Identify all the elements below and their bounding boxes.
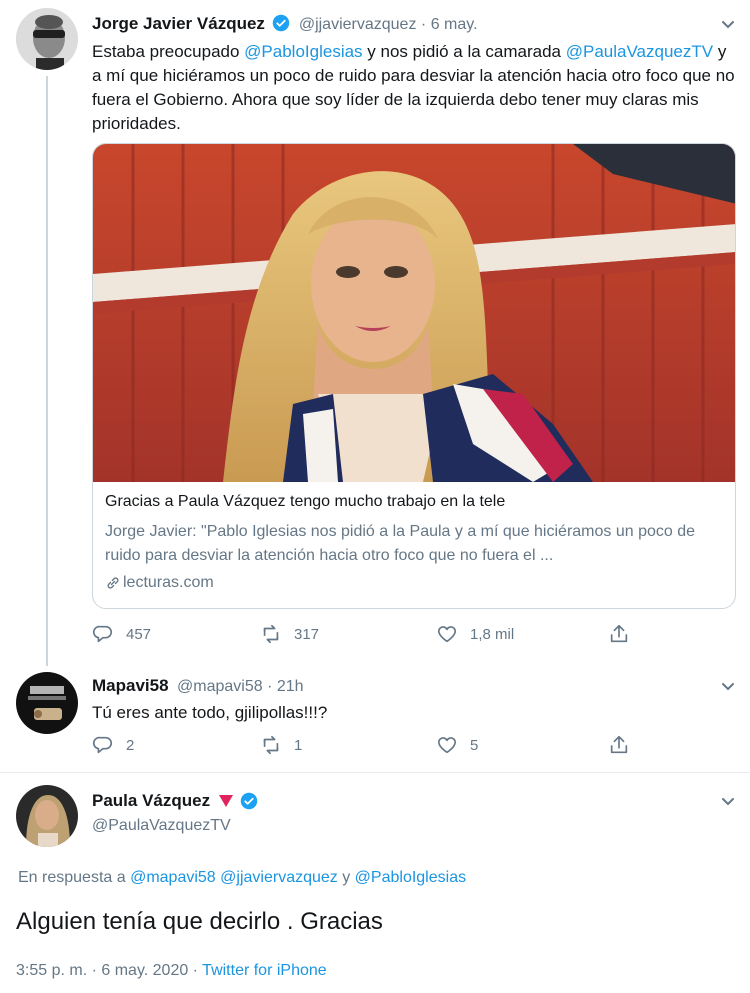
reply-button[interactable]: 457: [92, 623, 151, 645]
tweet-meta: 3:55 p. m. · 6 may. 2020 · Twitter for i…: [16, 962, 327, 979]
tweet-text: Estaba preocupado @PabloIglesias y nos p…: [92, 42, 735, 133]
card-image: [93, 144, 735, 482]
avatar-paula-vazquez[interactable]: [16, 785, 78, 847]
mention-pablo-iglesias[interactable]: @PabloIglesias: [244, 42, 362, 61]
tweet-paula-vazquez: Paula Vázquez @PaulaVazquezTV En respues…: [0, 773, 750, 993]
author-name[interactable]: Jorge Javier Vázquez: [92, 14, 265, 33]
tweet-jorge-javier: Jorge Javier Vázquez @jjaviervazquez · 6…: [0, 0, 750, 666]
caret-down-icon[interactable]: [718, 14, 738, 34]
thread-line: [46, 76, 48, 666]
retweet-icon: [263, 735, 279, 755]
reply-context: En respuesta a @mapavi58 @jjaviervazquez…: [18, 869, 467, 886]
tweet-date[interactable]: 6 may.: [431, 16, 478, 33]
retweet-count: 317: [294, 625, 320, 643]
reply-mention-mapavi58[interactable]: @mapavi58: [130, 869, 216, 886]
like-count: 5: [470, 736, 479, 754]
avatar-jorge-javier[interactable]: [16, 8, 78, 70]
author-handle[interactable]: @jjaviervazquez: [299, 16, 417, 33]
share-icon: [610, 624, 628, 643]
like-button[interactable]: 5: [436, 734, 478, 756]
tweet-actions: 457 317 1,8 mil: [92, 623, 652, 647]
like-button[interactable]: 1,8 mil: [436, 623, 514, 645]
card-title: Gracias a Paula Vázquez tengo mucho trab…: [105, 493, 506, 510]
link-card[interactable]: Gracias a Paula Vázquez tengo mucho trab…: [92, 143, 736, 609]
reply-count: 457: [126, 625, 152, 643]
separator-dot: ·: [420, 16, 427, 33]
like-icon: [437, 737, 457, 754]
tweet-text: Tú eres ante todo, gjilipollas!!!?: [92, 703, 328, 722]
verified-icon: [240, 792, 258, 810]
reply-icon: [92, 625, 112, 643]
author-name[interactable]: Mapavi58: [92, 676, 169, 695]
reply-icon: [92, 736, 112, 754]
share-button[interactable]: [608, 623, 642, 645]
card-description: Jorge Javier: "Pablo Iglesias nos pidió …: [105, 523, 696, 564]
share-icon: [610, 735, 628, 754]
reply-mention-pablo-iglesias[interactable]: @PabloIglesias: [355, 869, 466, 886]
mention-paula-vazquez[interactable]: @PaulaVazquezTV: [566, 42, 713, 61]
author-name[interactable]: Paula Vázquez: [92, 791, 210, 811]
card-domain: lecturas.com: [105, 574, 214, 592]
reply-count: 2: [126, 736, 135, 754]
tweet-text: Alguien tenía que decirlo . Gracias: [16, 908, 383, 935]
tweet-timestamp[interactable]: 3:55 p. m. · 6 may. 2020: [16, 962, 188, 979]
avatar-mapavi58[interactable]: [16, 672, 78, 734]
retweet-icon: [263, 624, 279, 644]
separator-dot: ·: [267, 678, 273, 695]
retweet-button[interactable]: 1: [260, 734, 302, 756]
tweet-mapavi58: Mapavi58 @mapavi58 · 21h Tú eres ante to…: [0, 660, 750, 770]
caret-down-icon[interactable]: [718, 676, 738, 696]
tweet-source[interactable]: Twitter for iPhone: [202, 962, 327, 979]
author-handle[interactable]: @PaulaVazquezTV: [92, 817, 231, 835]
link-icon: [105, 575, 121, 591]
share-button[interactable]: [608, 734, 642, 756]
like-count: 1,8 mil: [470, 625, 515, 643]
caret-down-icon[interactable]: [718, 791, 738, 811]
reply-button[interactable]: 2: [92, 734, 134, 756]
author-handle[interactable]: @mapavi58: [177, 678, 263, 695]
like-icon: [437, 626, 457, 643]
tweet-actions: 2 1 5: [92, 734, 652, 758]
reply-mention-jjaviervazquez[interactable]: @jjaviervazquez: [220, 869, 338, 886]
retweet-button[interactable]: 317: [260, 623, 319, 645]
red-triangle-icon: [218, 794, 234, 808]
verified-icon: [272, 14, 290, 32]
tweet-time[interactable]: 21h: [277, 678, 304, 695]
retweet-count: 1: [294, 736, 303, 754]
